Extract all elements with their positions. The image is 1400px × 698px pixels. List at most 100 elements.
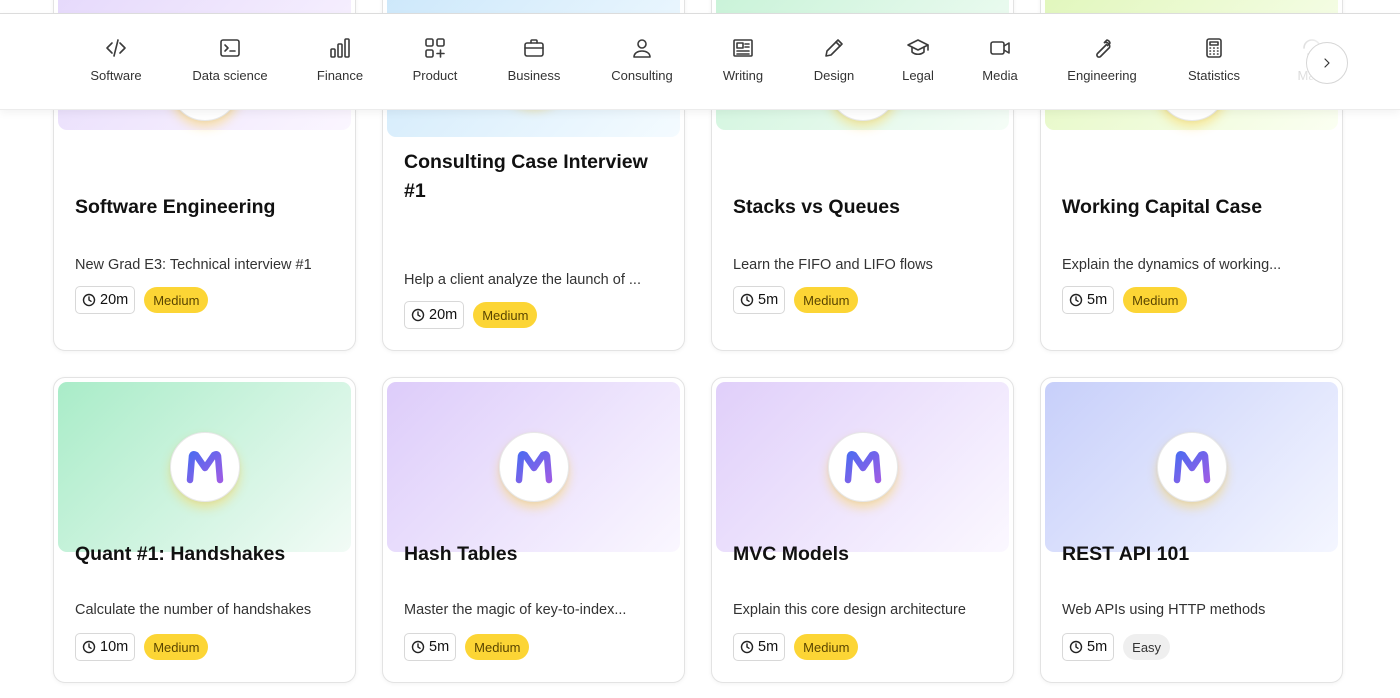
card-meta: 20m Medium <box>404 301 538 329</box>
terminal-icon <box>217 35 243 61</box>
clock-icon <box>1069 293 1083 307</box>
difficulty-badge: Medium <box>794 634 859 660</box>
category-label: Legal <box>902 68 934 83</box>
duration-label: 10m <box>100 639 129 655</box>
interview-card[interactable]: MVC Models Explain this core design archi… <box>711 377 1014 683</box>
interview-card[interactable]: Hash Tables Master the magic of key-to-in… <box>382 377 685 683</box>
duration-chip: 5m <box>404 633 457 661</box>
clock-icon <box>82 640 96 654</box>
m-logo-icon <box>1156 432 1227 502</box>
difficulty-badge: Easy <box>1123 634 1171 660</box>
category-finance[interactable]: Finance <box>285 14 395 109</box>
difficulty-badge: Medium <box>144 287 209 313</box>
category-label: Business <box>507 68 561 83</box>
duration-label: 5m <box>758 292 779 308</box>
card-description: Master the magic of key-to-index... <box>404 602 627 618</box>
category-engineering[interactable]: Engineering <box>1047 14 1157 109</box>
card-meta: 10m Medium <box>75 633 209 661</box>
code-icon <box>103 35 129 61</box>
card-description: Explain the dynamics of working... <box>1062 257 1282 273</box>
card-meta: 5m Medium <box>733 633 859 661</box>
card-description: Calculate the number of handshakes <box>75 602 312 618</box>
difficulty-badge: Medium <box>794 287 859 313</box>
duration-label: 5m <box>1087 639 1108 655</box>
clock-icon <box>411 640 425 654</box>
graduation-cap-icon <box>905 35 931 61</box>
interview-card[interactable]: Quant #1: Handshakes Calculate the number… <box>53 377 356 683</box>
card-title: Hash Tables <box>404 543 518 565</box>
category-label: Software <box>90 68 142 83</box>
card-description: Web APIs using HTTP methods <box>1062 602 1266 618</box>
card-description: Help a client analyze the launch of ... <box>404 272 641 288</box>
card-meta: 20m Medium <box>75 286 209 314</box>
category-label: Data science <box>192 68 268 83</box>
card-title: Consulting Case Interview #1 <box>404 151 648 202</box>
duration-label: 20m <box>100 292 129 308</box>
card-meta: 5m Easy <box>1062 633 1171 661</box>
card-description: Explain this core design architecture <box>733 602 966 618</box>
category-consulting[interactable]: Consulting <box>587 14 697 109</box>
m-logo-icon <box>498 432 569 502</box>
category-nav: Software Data science Finance Product Busine… <box>0 13 1400 110</box>
duration-chip: 5m <box>1062 633 1115 661</box>
duration-label: 5m <box>758 639 779 655</box>
pencil-icon <box>821 35 847 61</box>
category-label: Design <box>813 68 855 83</box>
category-label: Writing <box>722 68 764 83</box>
category-media[interactable]: Media <box>945 14 1055 109</box>
card-meta: 5m Medium <box>404 633 530 661</box>
clock-icon <box>411 308 425 322</box>
chevron-right-icon <box>1324 58 1330 68</box>
category-label: Consulting <box>611 68 673 83</box>
bar-chart-icon <box>327 35 353 61</box>
difficulty-badge: Medium <box>473 302 538 328</box>
clock-icon <box>740 293 754 307</box>
duration-chip: 5m <box>1062 286 1115 314</box>
category-product[interactable]: Product <box>380 14 490 109</box>
nav-next-button[interactable] <box>1306 42 1348 84</box>
video-icon <box>987 35 1013 61</box>
card-meta: 5m Medium <box>733 286 859 314</box>
difficulty-badge: Medium <box>1123 287 1188 313</box>
duration-chip: 20m <box>404 301 465 329</box>
card-description: Learn the FIFO and LIFO flows <box>733 257 933 273</box>
duration-label: 5m <box>429 639 450 655</box>
m-logo-icon <box>827 432 898 502</box>
clock-icon <box>1069 640 1083 654</box>
card-meta: 5m Medium <box>1062 286 1188 314</box>
duration-chip: 5m <box>733 633 786 661</box>
category-label: Statistics <box>1187 68 1240 83</box>
category-business[interactable]: Business <box>479 14 589 109</box>
wrench-icon <box>1089 35 1115 61</box>
card-title: Quant #1: Handshakes <box>75 543 286 565</box>
user-icon <box>629 35 655 61</box>
category-label: Engineering <box>1067 68 1137 83</box>
interview-card[interactable]: REST API 101 Web APIs using HTTP methods 5… <box>1040 377 1343 683</box>
card-title: MVC Models <box>733 543 849 565</box>
duration-chip: 10m <box>75 633 136 661</box>
difficulty-badge: Medium <box>465 634 530 660</box>
briefcase-icon <box>521 35 547 61</box>
clock-icon <box>740 640 754 654</box>
category-data-science[interactable]: Data science <box>175 14 285 109</box>
category-software[interactable]: Software <box>61 14 171 109</box>
card-title: Software Engineering <box>75 196 276 218</box>
category-label: Product <box>412 68 458 83</box>
duration-label: 20m <box>429 307 458 323</box>
newspaper-icon <box>730 35 756 61</box>
difficulty-badge: Medium <box>144 634 209 660</box>
category-label: Media <box>982 68 1018 83</box>
duration-chip: 20m <box>75 286 136 314</box>
m-logo-icon <box>169 432 240 502</box>
card-title: REST API 101 <box>1062 543 1190 565</box>
duration-label: 5m <box>1087 292 1108 308</box>
grid-plus-icon <box>422 35 448 61</box>
calculator-icon <box>1201 35 1227 61</box>
category-label: Finance <box>316 68 364 83</box>
card-description: New Grad E3: Technical interview #1 <box>75 257 312 273</box>
card-title: Working Capital Case <box>1062 196 1263 218</box>
category-statistics[interactable]: Statistics <box>1159 14 1269 109</box>
card-title: Stacks vs Queues <box>733 196 900 218</box>
clock-icon <box>82 293 96 307</box>
duration-chip: 5m <box>733 286 786 314</box>
